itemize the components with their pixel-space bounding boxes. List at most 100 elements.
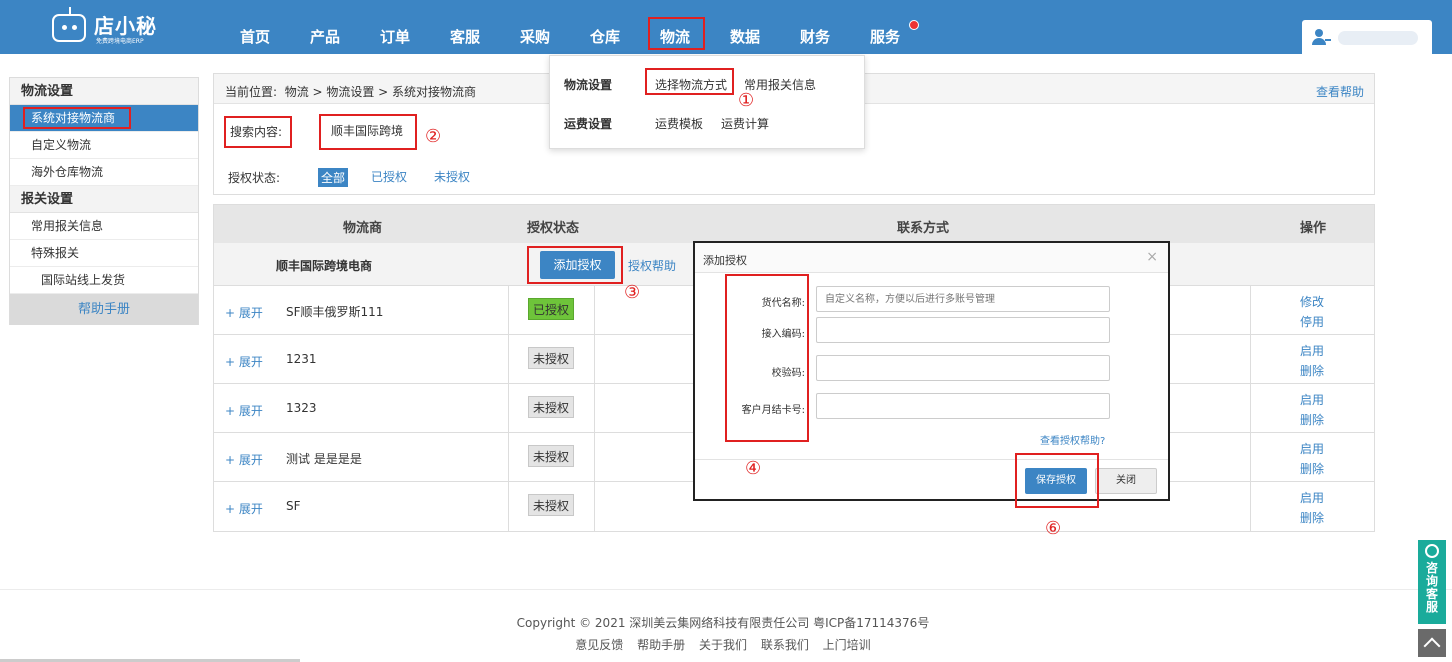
carrier-group-name: 顺丰国际跨境电商: [276, 259, 373, 273]
enable-link[interactable]: 启用: [1300, 391, 1324, 408]
robot-logo-icon: [52, 7, 86, 42]
edit-link[interactable]: 修改: [1300, 293, 1324, 310]
notification-dot: [909, 20, 919, 30]
footer-contact[interactable]: 联系我们: [761, 638, 809, 652]
sidebar-item-special-customs[interactable]: 特殊报关: [10, 240, 198, 267]
status-badge: 未授权: [528, 347, 575, 369]
status-badge: 未授权: [528, 445, 575, 467]
back-to-top-icon[interactable]: [1418, 629, 1446, 657]
annotation-box-modal-fields: [725, 274, 809, 442]
expand-link[interactable]: + 展开: [225, 500, 263, 517]
status-badge: 已授权: [528, 298, 575, 320]
filter-unauthorized[interactable]: 未授权: [434, 168, 470, 185]
dropdown-section-logistics: 物流设置: [564, 78, 613, 92]
col-carrier: 物流商: [343, 221, 383, 236]
expand-link[interactable]: + 展开: [225, 353, 263, 370]
modal-header: 添加授权 ×: [695, 243, 1168, 273]
dropdown-freight-template[interactable]: 运费模板: [655, 115, 703, 132]
carrier-account-name: 测试 是是是是: [286, 452, 362, 466]
annotation-box-search-label: [224, 116, 292, 148]
sidebar-group-logistics: 物流设置: [10, 78, 198, 105]
auth-status-label: 授权状态:: [228, 171, 281, 185]
sidebar-item-custom-logistics[interactable]: 自定义物流: [10, 132, 198, 159]
username-blurred: [1338, 31, 1418, 45]
dropdown-section-freight: 运费设置: [564, 117, 613, 131]
nav-service[interactable]: 客服: [450, 26, 480, 47]
status-badge: 未授权: [528, 396, 575, 418]
carrier-account-name: 1231: [286, 352, 317, 366]
carrier-account-name: SF: [286, 499, 301, 513]
annotation-box-search-value: [319, 114, 417, 150]
delete-link[interactable]: 删除: [1300, 509, 1324, 526]
logo-title: 店小秘: [94, 14, 157, 38]
auth-help-question-link[interactable]: 查看授权帮助?: [1040, 432, 1105, 447]
annotation-4: ④: [745, 458, 762, 479]
footer-training[interactable]: 上门培训: [823, 638, 871, 652]
sidebar-item-overseas-warehouse[interactable]: 海外仓库物流: [10, 159, 198, 186]
footer-help[interactable]: 帮助手册: [637, 638, 685, 652]
col-actions: 操作: [1300, 221, 1327, 236]
dropdown-freight-calc[interactable]: 运费计算: [721, 115, 769, 132]
logo-subtitle: 免费跨境电商ERP: [96, 38, 144, 45]
delete-link[interactable]: 删除: [1300, 411, 1324, 428]
nav-orders[interactable]: 订单: [380, 26, 410, 47]
table-header: 物流商 授权状态 联系方式 操作: [214, 205, 1374, 243]
annotation-box-dropdown: [645, 68, 734, 95]
expand-link[interactable]: + 展开: [225, 304, 263, 321]
sidebar-help-manual[interactable]: 帮助手册: [10, 294, 198, 325]
enable-link[interactable]: 启用: [1300, 489, 1324, 506]
disable-link[interactable]: 停用: [1300, 313, 1324, 330]
filter-authorized[interactable]: 已授权: [371, 168, 407, 185]
carrier-account-name: 1323: [286, 401, 317, 415]
filter-all[interactable]: 全部: [318, 168, 349, 187]
breadcrumb-prefix: 当前位置:: [225, 85, 278, 99]
annotation-2: ②: [425, 126, 442, 147]
delete-link[interactable]: 删除: [1300, 460, 1324, 477]
nav-warehouse[interactable]: 仓库: [590, 26, 620, 47]
sidebar-item-customs-info[interactable]: 常用报关信息: [10, 213, 198, 240]
annotation-box-add-button: [527, 246, 623, 284]
access-code-input[interactable]: [816, 317, 1110, 343]
user-key-icon: [1312, 29, 1332, 45]
nav-home[interactable]: 首页: [240, 26, 270, 47]
annotation-1: ①: [738, 90, 755, 111]
forwarder-name-input[interactable]: [816, 286, 1110, 312]
view-help-link[interactable]: 查看帮助: [1316, 83, 1364, 100]
expand-link[interactable]: + 展开: [225, 451, 263, 468]
enable-link[interactable]: 启用: [1300, 342, 1324, 359]
close-icon[interactable]: ×: [1146, 249, 1158, 265]
top-navbar: 店小秘 免费跨境电商ERP 首页 产品 订单 客服 采购 仓库 物流 数据 财务…: [0, 0, 1452, 54]
user-menu[interactable]: [1302, 20, 1432, 54]
annotation-box-nav: [648, 17, 705, 50]
nav-data[interactable]: 数据: [730, 26, 760, 47]
sidebar-item-intl-shipping[interactable]: 国际站线上发货: [10, 267, 198, 294]
carrier-account-name: SF顺丰俄罗斯111: [286, 305, 384, 319]
expand-link[interactable]: + 展开: [225, 402, 263, 419]
col-auth-status: 授权状态: [527, 221, 580, 236]
monthly-card-input[interactable]: [816, 393, 1110, 419]
nav-services[interactable]: 服务: [870, 26, 900, 47]
support-agent-icon: [1425, 544, 1439, 558]
enable-link[interactable]: 启用: [1300, 440, 1324, 457]
customer-service-label: 咨询客服: [1425, 561, 1438, 614]
nav-products[interactable]: 产品: [310, 26, 340, 47]
footer-about[interactable]: 关于我们: [699, 638, 747, 652]
dropdown-customs-info[interactable]: 常用报关信息: [744, 76, 816, 93]
close-modal-button[interactable]: 关闭: [1095, 468, 1157, 494]
annotation-box-save: [1015, 453, 1099, 508]
logo[interactable]: 店小秘 免费跨境电商ERP: [50, 7, 180, 48]
status-badge: 未授权: [528, 494, 575, 516]
footer-feedback[interactable]: 意见反馈: [575, 638, 623, 652]
nav-purchase[interactable]: 采购: [520, 26, 550, 47]
copyright: Copyright © 2021 深圳美云集网络科技有限责任公司 粤ICP备17…: [516, 616, 930, 630]
footer-divider: [0, 589, 1452, 590]
annotation-6: ⑥: [1045, 518, 1062, 539]
breadcrumb-path[interactable]: 物流 > 物流设置 > 系统对接物流商: [285, 85, 476, 99]
auth-help-link[interactable]: 授权帮助: [628, 257, 676, 274]
check-code-input[interactable]: [816, 355, 1110, 381]
annotation-box-sidebar: [23, 107, 131, 129]
delete-link[interactable]: 删除: [1300, 362, 1324, 379]
customer-service-button[interactable]: 咨询客服: [1418, 540, 1446, 624]
annotation-3: ③: [624, 282, 641, 303]
nav-finance[interactable]: 财务: [800, 26, 830, 47]
